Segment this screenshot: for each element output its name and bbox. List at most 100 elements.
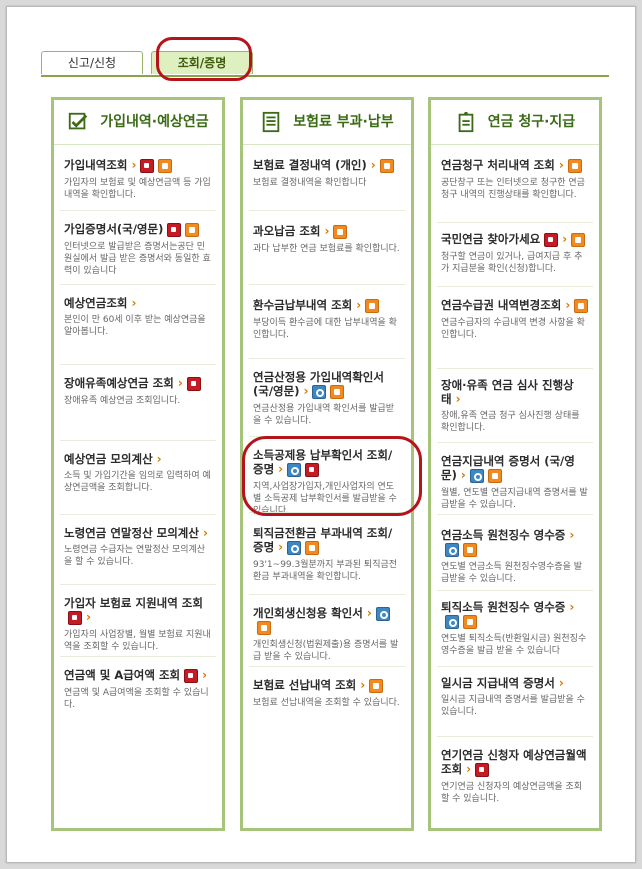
- item-title[interactable]: 연금액 및 A급여액 조회: [64, 668, 180, 682]
- document-icon[interactable]: [463, 614, 477, 629]
- list-item[interactable]: 노령연금 연말정산 모의계산 › 노령연금 수급자는 연말정산 모의계산을 할 수…: [64, 526, 212, 568]
- document-icon[interactable]: [571, 232, 586, 247]
- chevron-right-icon: ›: [202, 526, 208, 540]
- chevron-right-icon: ›: [366, 606, 372, 620]
- chevron-right-icon: ›: [86, 610, 91, 624]
- document-icon[interactable]: [487, 468, 502, 483]
- item-title[interactable]: 장애유족예상연금 조회: [64, 376, 174, 390]
- highlight-oval: [242, 436, 422, 516]
- print-icon[interactable]: [186, 376, 201, 391]
- document-icon[interactable]: [330, 384, 345, 399]
- item-title[interactable]: 연기연금 신청자 예상연금월액 조회: [441, 748, 587, 776]
- item-title[interactable]: 개인회생신청용 확인서: [253, 606, 363, 620]
- item-title[interactable]: 보험료 결정내역 (개인): [253, 158, 367, 172]
- list-item[interactable]: 장애·유족 연금 심사 진행상태 › 장애,유족 연금 청구 심사진행 상태를 확…: [441, 378, 589, 434]
- item-title[interactable]: 퇴직금전환금 부과내역 조회/증명: [253, 526, 392, 554]
- list-item[interactable]: 연기연금 신청자 예상연금월액 조회 › 연기연금 신청자의 예상연금액을 조회할…: [441, 748, 589, 805]
- item-title[interactable]: 가입증명서(국/영문): [64, 222, 163, 236]
- list-item[interactable]: 보험료 결정내역 (개인) › 보험료 결정내역을 확인합니다: [253, 158, 401, 189]
- document-icon[interactable]: [369, 678, 384, 693]
- list-item[interactable]: 가입내역조회 › 가입자의 보험료 및 예상연금액 등 가입내역을 확인합니다.: [64, 158, 212, 201]
- item-title[interactable]: 예상연금조회: [64, 296, 127, 310]
- document-icon[interactable]: [567, 158, 582, 173]
- item-description: 연금수급자의 수급내역 변경 사항을 확인합니다.: [441, 317, 585, 340]
- document-icon[interactable]: [463, 542, 477, 557]
- document-icon[interactable]: [158, 158, 173, 173]
- list-item[interactable]: 가입자 보험료 지원내역 조회› 가입자의 사업장별, 월별 보험료 지원내역을…: [64, 596, 212, 653]
- item-description: 보험료 선납내역을 조회할 수 있습니다.: [253, 697, 400, 708]
- search-icon[interactable]: [469, 468, 484, 483]
- item-title[interactable]: 일시금 지급내역 증명서: [441, 676, 555, 690]
- chevron-right-icon: ›: [303, 384, 309, 398]
- chevron-right-icon: ›: [202, 668, 208, 682]
- list-item[interactable]: 예상연금조회 › 본인이 만 60세 이후 받는 예상연금을 알아봅니다.: [64, 296, 212, 338]
- document-icon[interactable]: [379, 158, 394, 173]
- print-icon[interactable]: [68, 610, 82, 625]
- document-icon[interactable]: [574, 298, 589, 313]
- list-item[interactable]: 보험료 선납내역 조회 › 보험료 선납내역을 조회할 수 있습니다.: [253, 678, 401, 709]
- document-icon[interactable]: [257, 621, 271, 635]
- item-title[interactable]: 가입내역조회: [64, 158, 127, 172]
- list-item[interactable]: 연금수급권 내역변경조회 › 연금수급자의 수급내역 변경 사항을 확인합니다.: [441, 298, 589, 341]
- print-icon[interactable]: [475, 762, 490, 777]
- chevron-right-icon: ›: [356, 298, 362, 312]
- list-item[interactable]: 가입증명서(국/영문) 인터넷으로 발급받은 증명서는공단 민원실에서 발급 받…: [64, 222, 212, 277]
- search-icon[interactable]: [287, 540, 302, 555]
- list-item[interactable]: 연금청구 처리내역 조회 › 공단창구 또는 인터넷으로 청구한 연금청구 내역의…: [441, 158, 589, 201]
- list-item[interactable]: 퇴직소득 원천징수 영수증 › 연도별 퇴직소득(반환일시금) 원천징수 영수증을…: [441, 600, 589, 657]
- print-icon[interactable]: [184, 668, 199, 683]
- document-icon[interactable]: [333, 224, 348, 239]
- list-item[interactable]: 연금소득 원천징수 영수증 › 연도별 연금소득 원천징수영수증을 발급받을 수 …: [441, 528, 589, 585]
- print-icon[interactable]: [167, 222, 182, 237]
- list-item[interactable]: 예상연금 모의계산 › 소득 및 가입기간을 임의로 입력하여 예상연금액을 조회…: [64, 452, 212, 494]
- item-title[interactable]: 국민연금 찾아가세요: [441, 232, 540, 246]
- list-item[interactable]: 연금액 및 A급여액 조회 › 연금액 및 A급여액을 조회할 수 있습니다.: [64, 668, 212, 711]
- item-title[interactable]: 가입자 보험료 지원내역 조회: [64, 596, 203, 610]
- item-description: 가입자의 사업장별, 월별 보험료 지원내역을 조회할 수 있습니다.: [64, 629, 211, 652]
- search-icon[interactable]: [445, 542, 459, 557]
- chevron-right-icon: ›: [569, 600, 575, 614]
- chevron-right-icon: ›: [278, 540, 284, 554]
- print-icon[interactable]: [140, 158, 155, 173]
- item-title[interactable]: 장애·유족 연금 심사 진행상태: [441, 378, 574, 406]
- list-item[interactable]: 일시금 지급내역 증명서 › 일시금 지급내역 증명서를 발급받을 수 있습니다.: [441, 676, 589, 718]
- search-icon[interactable]: [312, 384, 327, 399]
- chevron-right-icon: ›: [156, 452, 162, 466]
- item-title[interactable]: 환수금납부내역 조회: [253, 298, 352, 312]
- item-description: 부당이득 환수금에 대한 납부내역을 확인합니다.: [253, 317, 397, 340]
- column-header: 보험료 부과·납부: [243, 100, 411, 145]
- item-description: 연금액 및 A급여액을 조회할 수 있습니다.: [64, 687, 209, 710]
- item-title[interactable]: 연금수급권 내역변경조회: [441, 298, 561, 312]
- item-description: 일시금 지급내역 증명서를 발급받을 수 있습니다.: [441, 695, 585, 717]
- search-icon[interactable]: [375, 606, 390, 621]
- item-title[interactable]: 노령연금 연말정산 모의계산: [64, 526, 199, 540]
- item-title[interactable]: 퇴직소득 원천징수 영수증: [441, 600, 565, 614]
- item-title[interactable]: 보험료 선납내역 조회: [253, 678, 356, 692]
- document-icon[interactable]: [185, 222, 200, 237]
- list-item[interactable]: 개인회생신청용 확인서 › 개인회생신청(법원제출)용 증명서를 발급 받을 수 …: [253, 606, 401, 663]
- list-item[interactable]: 과오납금 조회 › 과다 납부한 연금 보험료를 확인합니다.: [253, 224, 401, 255]
- list-item[interactable]: 연금산정용 가입내역확인서(국/영문) › 연금산정용 가입내역 확인서를 발급받…: [253, 370, 401, 427]
- list-item[interactable]: 환수금납부내역 조회 › 부당이득 환수금에 대한 납부내역을 확인합니다.: [253, 298, 401, 341]
- search-icon[interactable]: [445, 614, 459, 629]
- item-title[interactable]: 예상연금 모의계산: [64, 452, 153, 466]
- item-title[interactable]: 과오납금 조회: [253, 224, 320, 238]
- item-description: 장애,유족 연금 청구 심사진행 상태를 확인합니다.: [441, 411, 580, 433]
- tag-icon: [458, 111, 474, 133]
- document-icon[interactable]: [305, 540, 320, 555]
- list-item[interactable]: 퇴직금전환금 부과내역 조회/증명 › 93'1~99.3월분까지 부과된 퇴직금…: [253, 526, 401, 583]
- print-icon[interactable]: [544, 232, 559, 247]
- tab-report-apply[interactable]: 신고/신청: [41, 51, 143, 74]
- chevron-right-icon: ›: [455, 392, 461, 406]
- list-item[interactable]: 연금지급내역 증명서 (국/영문) › 월별, 연도별 연금지급내역 증명서를 발…: [441, 454, 589, 511]
- column-title: 가입내역·예상연금: [100, 114, 209, 130]
- chevron-right-icon: ›: [131, 158, 137, 172]
- item-title[interactable]: 연금소득 원천징수 영수증: [441, 528, 565, 542]
- list-item[interactable]: 장애유족예상연금 조회 › 장애유족 예상연금 조회입니다.: [64, 376, 212, 407]
- chevron-right-icon: ›: [460, 468, 466, 482]
- document-icon[interactable]: [365, 298, 380, 313]
- list-item[interactable]: 국민연금 찾아가세요 › 청구할 연금이 있거나, 급여지급 후 추가 지급분을 …: [441, 232, 589, 275]
- item-title[interactable]: 연금청구 처리내역 조회: [441, 158, 555, 172]
- column-header: 연금 청구·지급: [431, 100, 599, 145]
- chevron-right-icon: ›: [370, 158, 376, 172]
